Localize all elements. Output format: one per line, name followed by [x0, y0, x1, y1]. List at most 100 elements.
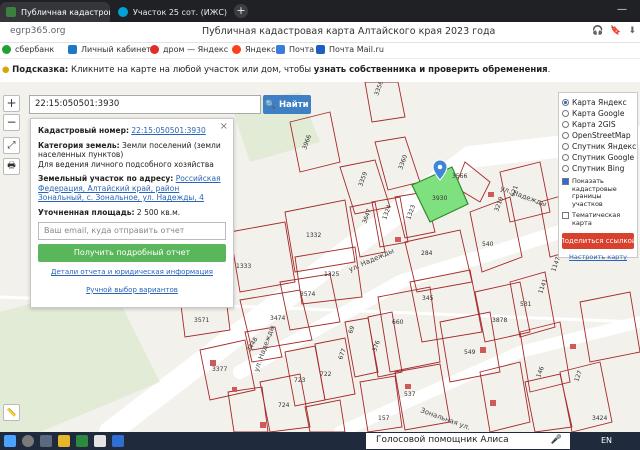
share-link-button[interactable]: Поделиться ссылкой: [562, 233, 634, 249]
parcel-label: 1147: [550, 256, 562, 273]
file-explorer-icon[interactable]: [58, 435, 70, 447]
tab-plot-listing[interactable]: Участок 25 сот. (ИЖС) на ×: [112, 2, 230, 22]
sberbank-icon: [2, 45, 11, 54]
tab-title: Участок 25 сот. (ИЖС) на: [133, 7, 230, 17]
language-indicator[interactable]: EN: [601, 436, 612, 445]
radio-icon[interactable]: [562, 121, 569, 128]
minimize-window-button[interactable]: —: [612, 5, 632, 17]
bookmark-yandex[interactable]: Яндекс: [232, 45, 275, 54]
favicon-icon: [6, 7, 16, 17]
yandex-icon: [150, 45, 159, 54]
yandex-browser-icon[interactable]: [94, 435, 106, 447]
zoom-in-button[interactable]: +: [3, 95, 20, 112]
bookmark-drom[interactable]: дром — Яндекс: [150, 45, 228, 54]
option-show-borders[interactable]: Показать кадастровые границы участков: [562, 177, 634, 208]
layer-label: Карта Google: [572, 109, 625, 118]
zoom-out-button[interactable]: −: [3, 114, 20, 131]
tab-cadastral-map[interactable]: Публичная кадастрова ×: [0, 2, 110, 22]
parcel-label: 549: [464, 349, 476, 356]
search-button[interactable]: 🔍 Найти: [263, 95, 311, 114]
parcel[interactable]: [524, 373, 573, 432]
layer-label: Спутник Яндекс: [572, 142, 637, 151]
bookmark-label: сбербанк: [15, 45, 55, 54]
parcel-label: 537: [404, 391, 416, 398]
radio-icon[interactable]: [562, 132, 569, 139]
parcel-label: 723: [294, 377, 306, 384]
manual-choice-link[interactable]: Ручной выбор вариантов: [86, 286, 178, 294]
hint-bulb-icon: ●: [2, 65, 10, 75]
parcel-label: 660: [392, 319, 404, 326]
parcel-label: 724: [278, 402, 290, 409]
bookmark-label: Почта: [289, 45, 315, 54]
parcel-label: 345: [422, 295, 434, 302]
close-icon[interactable]: ×: [220, 122, 228, 132]
layer-osm[interactable]: OpenStreetMap: [562, 130, 634, 141]
layer-google-map[interactable]: Карта Google: [562, 108, 634, 119]
ruler-icon[interactable]: 📏: [3, 404, 20, 421]
parcel-label: 3424: [592, 415, 607, 422]
category-label: Категория земель:: [38, 140, 120, 150]
cadnum-link[interactable]: 22:15:050501:3930: [131, 126, 205, 135]
alice-voice-assistant[interactable]: Голосовой помощник Алиса 🎤: [366, 433, 570, 449]
windows-start-icon[interactable]: [4, 435, 16, 447]
layer-google-satellite[interactable]: Спутник Google: [562, 152, 634, 163]
new-tab-button[interactable]: +: [234, 4, 248, 18]
search-icon[interactable]: [22, 435, 34, 447]
parcel[interactable]: [364, 82, 406, 123]
radio-icon[interactable]: [562, 143, 569, 150]
layer-label: OpenStreetMap: [572, 131, 631, 140]
parcel[interactable]: [314, 337, 356, 401]
get-report-button[interactable]: Получить подробный отчет: [38, 244, 226, 262]
cadastral-map[interactable]: ул. Надежды ул. Надежды ул. Надежды Зона…: [0, 82, 640, 432]
radio-icon[interactable]: [562, 110, 569, 117]
radio-icon[interactable]: [562, 165, 569, 172]
configure-map-link[interactable]: Настроить карту: [562, 253, 634, 261]
checkbox-icon[interactable]: [562, 178, 569, 185]
option-thematic-map[interactable]: Тематическая карта: [562, 211, 634, 227]
download-icon[interactable]: ⬇: [628, 26, 636, 36]
parcel-label: 127: [573, 369, 584, 382]
address-row: Земельный участок по адресу: Российская …: [38, 174, 226, 203]
cadastral-search-input[interactable]: 22:15:050501:3930: [29, 95, 261, 114]
bookmark-icon[interactable]: 🔖: [610, 26, 621, 36]
headphones-icon[interactable]: 🎧: [592, 26, 603, 36]
address-label: Земельный участок по адресу:: [38, 174, 174, 183]
parcel-label: 3356: [373, 82, 385, 97]
bookmark-mail[interactable]: Почта: [276, 45, 314, 54]
layer-yandex-map[interactable]: Карта Яндекс: [562, 97, 634, 108]
os-taskbar: Голосовой помощник Алиса 🎤 EN: [0, 432, 640, 450]
bookmark-mailru[interactable]: Почта Mail.ru: [316, 45, 384, 54]
hint-prefix: Подсказка:: [12, 65, 69, 75]
print-icon[interactable]: 🖶: [3, 158, 20, 175]
radio-icon[interactable]: [562, 99, 569, 106]
parcel-label: 3359: [357, 171, 369, 188]
report-details-link[interactable]: Детали отчета и юридическая информация: [51, 268, 213, 276]
microphone-icon[interactable]: 🎤: [551, 435, 562, 445]
search-icon: 🔍: [265, 99, 276, 110]
layer-2gis-map[interactable]: Карта 2GIS: [562, 119, 634, 130]
parcel-label: 677: [337, 347, 348, 360]
parcel[interactable]: [474, 281, 531, 343]
yandex-icon: [232, 45, 241, 54]
app-icon[interactable]: [112, 435, 124, 447]
radio-icon[interactable]: [562, 154, 569, 161]
app-icon[interactable]: [76, 435, 88, 447]
task-view-icon[interactable]: [40, 435, 52, 447]
voice-assistant-label: Голосовой помощник Алиса: [376, 435, 509, 445]
url-field[interactable]: egrp365.org: [10, 26, 65, 36]
layer-bing-satellite[interactable]: Спутник Bing: [562, 163, 634, 174]
layer-yandex-satellite[interactable]: Спутник Яндекс: [562, 141, 637, 152]
email-input[interactable]: Ваш email, куда отправить отчет: [38, 222, 226, 240]
bookmark-cabinet[interactable]: Личный кабинет: [68, 45, 151, 54]
parcel-label: 1332: [306, 232, 321, 239]
address-bar-actions: 🎧 🔖 ⬇: [592, 26, 636, 36]
map-layers-panel: Карта Яндекс Карта Google Карта 2GIS Ope…: [558, 92, 638, 261]
bookmark-sberbank[interactable]: сбербанк: [2, 45, 54, 54]
favicon-icon: [118, 7, 128, 17]
checkbox-icon[interactable]: [562, 212, 569, 219]
area-label: Уточненная площадь:: [38, 207, 135, 217]
fullscreen-icon[interactable]: ⤢: [3, 137, 20, 154]
address-bar: egrp365.org Публичная кадастровая карта …: [0, 22, 640, 43]
parcel-label: 3574: [300, 291, 315, 298]
parcel-label: 284: [421, 250, 433, 257]
